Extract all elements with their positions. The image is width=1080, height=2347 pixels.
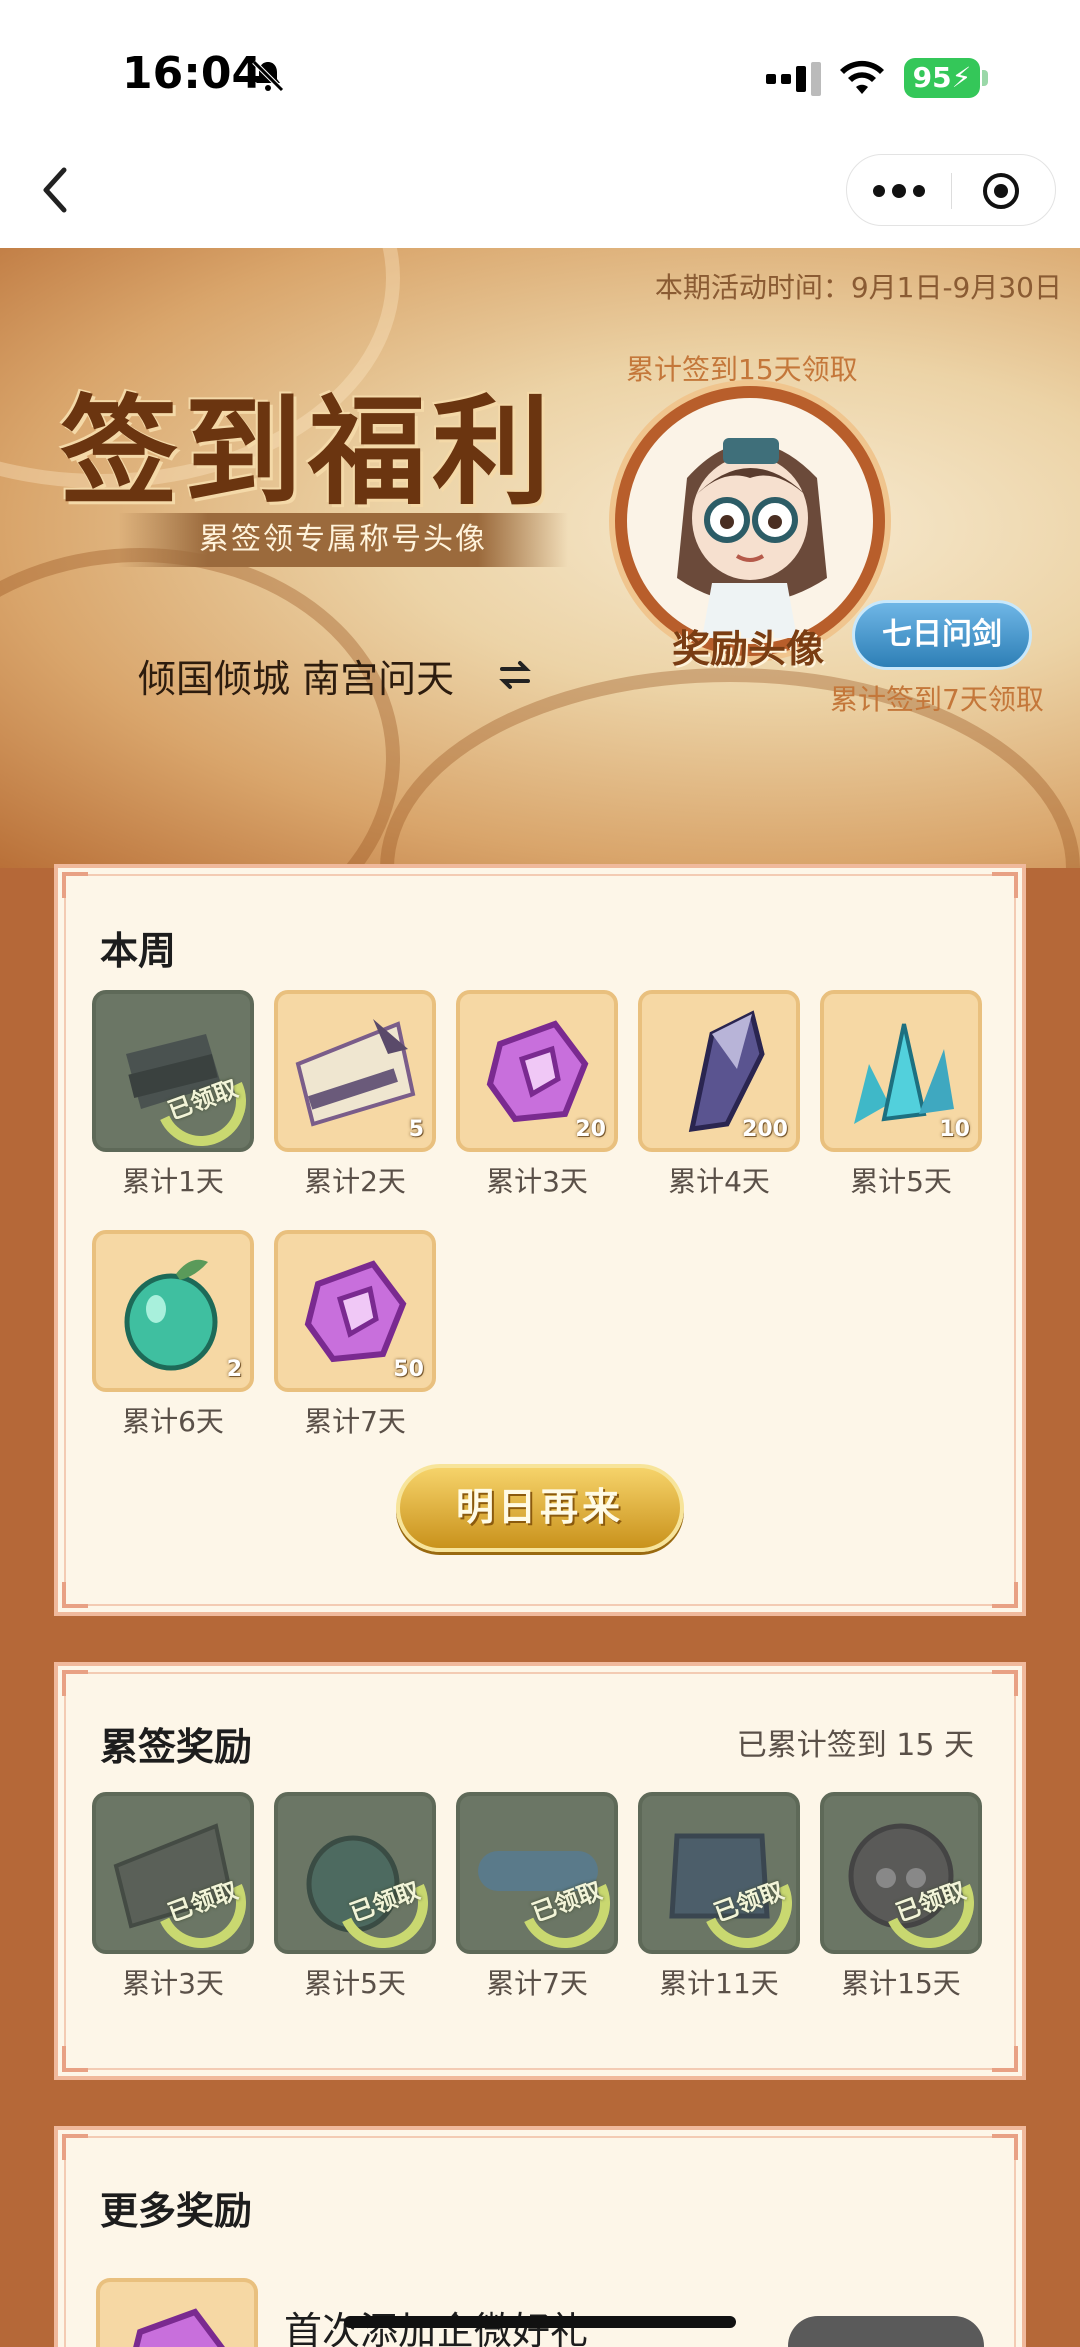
tile-label: 累计6天 <box>122 1405 224 1438</box>
tile-label: 累计3天 <box>486 1165 588 1198</box>
cumulative-tile-day11[interactable]: 已领取 <box>638 1792 800 1954</box>
battery-tip <box>982 70 988 86</box>
silent-bell-icon <box>252 60 284 92</box>
switch-role-icon[interactable] <box>498 658 532 692</box>
more-dots-icon[interactable] <box>871 179 927 203</box>
event-banner: 本期活动时间：9月1日-9月30日 签到福利 累签领专属称号头像 累计签到15天… <box>0 248 1080 868</box>
event-title: 签到福利 <box>60 382 557 521</box>
cumulative-count: 已累计签到 15 天 <box>736 1728 974 1763</box>
home-indicator <box>344 2316 736 2328</box>
reward-tile-day6[interactable]: 2 <box>92 1230 254 1392</box>
cumulative-tile-day15[interactable]: 已领取 <box>820 1792 982 1954</box>
tile-label: 累计11天 <box>659 1967 779 2000</box>
reward-quantity: 5 <box>408 1117 424 1142</box>
battery-indicator: 95⚡ <box>904 58 980 98</box>
title-badge[interactable]: 七日问剑 <box>852 600 1032 670</box>
more-rewards-title: 更多奖励 <box>100 2189 253 2233</box>
status-bar: 16:04 95⚡ <box>0 0 1080 128</box>
reward-quantity: 50 <box>393 1357 424 1382</box>
reward-tile-day3[interactable]: 20 <box>456 990 618 1152</box>
tile-label: 累计2天 <box>304 1165 406 1198</box>
event-period: 本期活动时间：9月1日-9月30日 <box>654 271 1062 304</box>
server-role-name[interactable]: 倾国倾城 南宫问天 <box>138 648 454 703</box>
reward-tile-day5[interactable]: 10 <box>820 990 982 1152</box>
capsule-divider <box>951 173 952 209</box>
cumulative-tile-day7[interactable]: 已领取 <box>456 1792 618 1954</box>
more-reward-tile[interactable] <box>96 2278 258 2347</box>
cumulative-title: 累签奖励 <box>100 1725 253 1769</box>
wifi-icon <box>840 60 884 94</box>
tile-label: 累计7天 <box>486 1967 588 2000</box>
tile-label: 累计15天 <box>841 1967 961 2000</box>
tile-label: 累计5天 <box>304 1967 406 2000</box>
come-back-tomorrow-button[interactable]: 明日再来 <box>396 1464 684 1552</box>
cellular-signal-icon <box>766 62 821 96</box>
tile-label: 累计1天 <box>122 1165 224 1198</box>
avatar-hint: 累计签到15天领取 <box>626 353 858 386</box>
cloud-swirl <box>0 548 400 868</box>
reward-tile-day1[interactable]: 已领取 <box>92 990 254 1152</box>
tile-label: 累计5天 <box>850 1165 952 1198</box>
event-subtitle: 累签领专属称号头像 <box>118 513 568 567</box>
battery-level: 95 <box>912 61 952 94</box>
clock: 16:04 <box>122 48 263 99</box>
week-title: 本周 <box>100 929 177 973</box>
cumulative-tile-day3[interactable]: 已领取 <box>92 1792 254 1954</box>
cumulative-tile-day5[interactable]: 已领取 <box>274 1792 436 1954</box>
reward-quantity: 200 <box>742 1117 788 1142</box>
mini-program-capsule <box>846 154 1056 226</box>
tile-label: 累计4天 <box>668 1165 770 1198</box>
purple-crystal-icon <box>133 2308 225 2347</box>
reward-quantity: 20 <box>575 1117 606 1142</box>
reward-quantity: 10 <box>939 1117 970 1142</box>
reward-tile-day4[interactable]: 200 <box>638 990 800 1152</box>
avatar-character-icon <box>677 438 827 638</box>
reward-quantity: 2 <box>226 1357 242 1382</box>
tile-label: 累计3天 <box>122 1967 224 2000</box>
badge-hint: 累计签到7天领取 <box>830 683 1044 716</box>
close-target-icon[interactable] <box>981 171 1021 211</box>
reward-tile-day7[interactable]: 50 <box>274 1230 436 1392</box>
back-arrow-icon[interactable] <box>34 160 78 220</box>
reward-tile-day2[interactable]: 5 <box>274 990 436 1152</box>
reward-avatar[interactable] <box>615 386 885 656</box>
tile-label: 累计7天 <box>304 1405 406 1438</box>
avatar-label: 奖励头像 <box>672 626 825 671</box>
more-reward-button[interactable] <box>788 2316 984 2347</box>
